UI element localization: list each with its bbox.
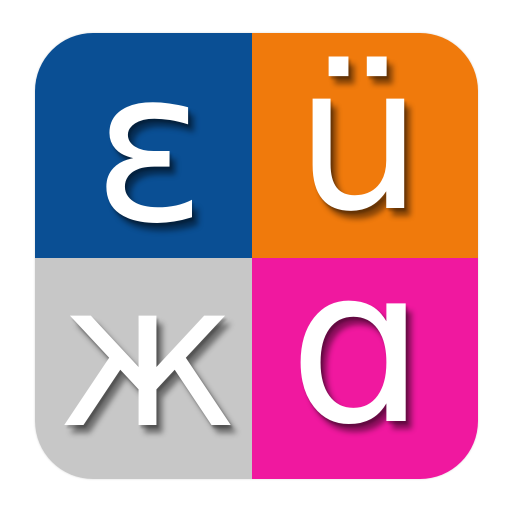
glyph-open-e: ɛ	[92, 33, 207, 258]
tile-bottom-right: ɑ	[252, 258, 478, 479]
stage: ɛ ü ж ɑ	[0, 0, 512, 512]
glyph-u-umlaut: ü	[295, 33, 423, 256]
tile-top-left: ɛ	[35, 33, 252, 258]
tile-top-right: ü	[252, 33, 478, 258]
glyph-alpha: ɑ	[288, 258, 426, 472]
app-icon[interactable]: ɛ ü ж ɑ	[35, 33, 478, 479]
tile-bottom-left: ж	[35, 258, 252, 479]
glyph-zhe: ж	[57, 258, 238, 473]
